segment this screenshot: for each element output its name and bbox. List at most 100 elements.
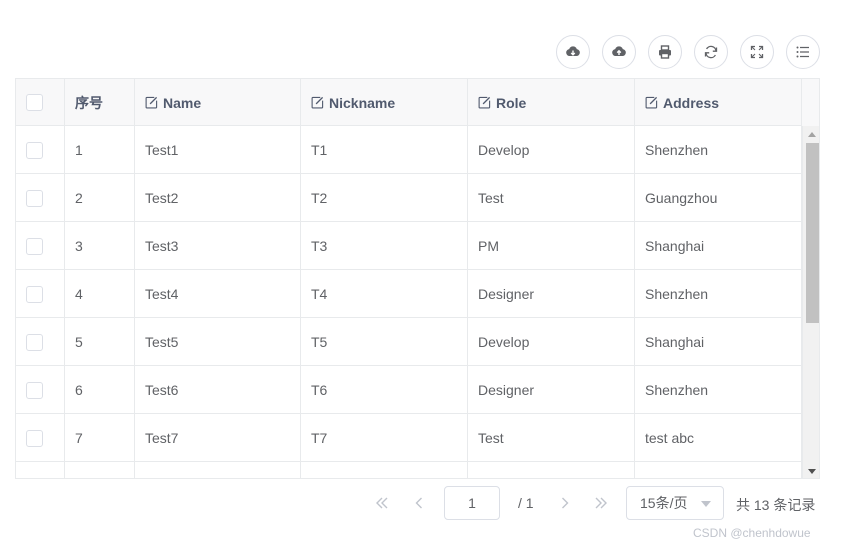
table-row[interactable]: 7 Test7 T7 Test test abc [16,414,803,462]
cell-address[interactable] [635,462,802,478]
header-name-label: Name [163,94,202,111]
cell-role[interactable]: Test [468,414,635,462]
cell-address[interactable]: Shenzhen [635,126,802,174]
table-body: 1 Test1 T1 Develop Shenzhen 2 Test2 T2 T… [16,126,803,478]
data-table: 序号 Name Nickname Role Address 1 Test1 T1… [15,78,820,479]
row-select-cell [16,366,65,414]
import-button[interactable] [556,35,590,69]
row-select-cell [16,126,65,174]
header-seq: 序号 [65,79,135,126]
header-nickname-label: Nickname [329,94,396,111]
fullscreen-icon [750,45,764,59]
edit-icon [311,96,324,109]
cell-seq: 3 [65,222,135,270]
cell-name[interactable]: Test4 [135,270,301,318]
list-settings-icon [796,46,809,58]
fullscreen-button[interactable] [740,35,774,69]
row-checkbox[interactable] [26,285,43,303]
cell-nickname[interactable] [301,462,468,478]
row-checkbox[interactable] [26,381,43,399]
print-button[interactable] [648,35,682,69]
cell-role[interactable]: Designer [468,366,635,414]
cell-role[interactable]: Develop [468,318,635,366]
watermark: CSDN @chenhdowue [693,526,811,540]
row-checkbox[interactable] [26,237,43,255]
row-checkbox[interactable] [26,333,43,351]
cell-seq [65,462,135,478]
scroll-up-arrow-icon[interactable] [808,132,816,137]
row-select-cell [16,414,65,462]
prev-page-icon[interactable] [411,495,427,511]
select-all-checkbox[interactable] [26,94,43,111]
cloud-upload-icon [612,46,626,56]
cell-address[interactable]: Shanghai [635,222,802,270]
table-row[interactable]: 3 Test3 T3 PM Shanghai [16,222,803,270]
cell-seq: 2 [65,174,135,222]
header-scrollbar-gutter [802,79,819,126]
cell-seq: 4 [65,270,135,318]
refresh-icon [704,45,718,59]
row-checkbox[interactable] [26,189,43,207]
cell-address[interactable]: Shanghai [635,318,802,366]
cell-name[interactable] [135,462,301,478]
cell-name[interactable]: Test1 [135,126,301,174]
cell-nickname[interactable]: T7 [301,414,468,462]
header-nickname[interactable]: Nickname [301,79,468,126]
cell-role[interactable]: Designer [468,270,635,318]
cell-name[interactable]: Test6 [135,366,301,414]
next-page-icon[interactable] [557,495,573,511]
table-row[interactable]: 2 Test2 T2 Test Guangzhou [16,174,803,222]
cell-nickname[interactable]: T4 [301,270,468,318]
page-size-select[interactable]: 15条/页 [626,486,724,520]
scrollbar-thumb[interactable] [806,143,819,323]
table-toolbar [556,35,820,69]
total-pages-label: / 1 [518,495,534,511]
cell-role[interactable]: Test [468,174,635,222]
export-button[interactable] [602,35,636,69]
cell-role[interactable]: PM [468,222,635,270]
cell-address[interactable]: Guangzhou [635,174,802,222]
refresh-button[interactable] [694,35,728,69]
vertical-scrollbar[interactable] [802,126,819,478]
page-number-input[interactable] [444,486,500,520]
cell-name[interactable]: Test7 [135,414,301,462]
cell-name[interactable]: Test3 [135,222,301,270]
cell-address[interactable]: Shenzhen [635,270,802,318]
column-settings-button[interactable] [786,35,820,69]
header-address-label: Address [663,94,720,111]
pagination: / 1 15条/页 共 13 条记录 [0,486,848,520]
chevron-down-icon [701,501,711,507]
row-select-cell [16,270,65,318]
cloud-download-icon [566,46,580,56]
cell-nickname[interactable]: T3 [301,222,468,270]
cell-nickname[interactable]: T5 [301,318,468,366]
cell-address[interactable]: Shenzhen [635,366,802,414]
table-row[interactable]: 1 Test1 T1 Develop Shenzhen [16,126,803,174]
cell-seq: 5 [65,318,135,366]
cell-role[interactable]: Develop [468,126,635,174]
cell-name[interactable]: Test2 [135,174,301,222]
header-select-all-cell [16,79,65,126]
total-records-label: 共 13 条记录 [736,497,816,513]
table-row[interactable]: 4 Test4 T4 Designer Shenzhen [16,270,803,318]
edit-icon [645,96,658,109]
table-row[interactable] [16,462,803,478]
cell-nickname[interactable]: T1 [301,126,468,174]
header-role[interactable]: Role [468,79,635,126]
cell-name[interactable]: Test5 [135,318,301,366]
table-row[interactable]: 6 Test6 T6 Designer Shenzhen [16,366,803,414]
row-select-cell [16,222,65,270]
row-checkbox[interactable] [26,141,43,159]
table-row[interactable]: 5 Test5 T5 Develop Shanghai [16,318,803,366]
cell-nickname[interactable]: T2 [301,174,468,222]
cell-address[interactable]: test abc [635,414,802,462]
first-page-icon[interactable] [374,495,390,511]
cell-nickname[interactable]: T6 [301,366,468,414]
cell-role[interactable] [468,462,635,478]
row-checkbox[interactable] [26,429,43,447]
header-role-label: Role [496,94,527,111]
scroll-down-arrow-icon[interactable] [808,469,816,474]
last-page-icon[interactable] [593,495,609,511]
header-address[interactable]: Address [635,79,802,126]
header-name[interactable]: Name [135,79,301,126]
